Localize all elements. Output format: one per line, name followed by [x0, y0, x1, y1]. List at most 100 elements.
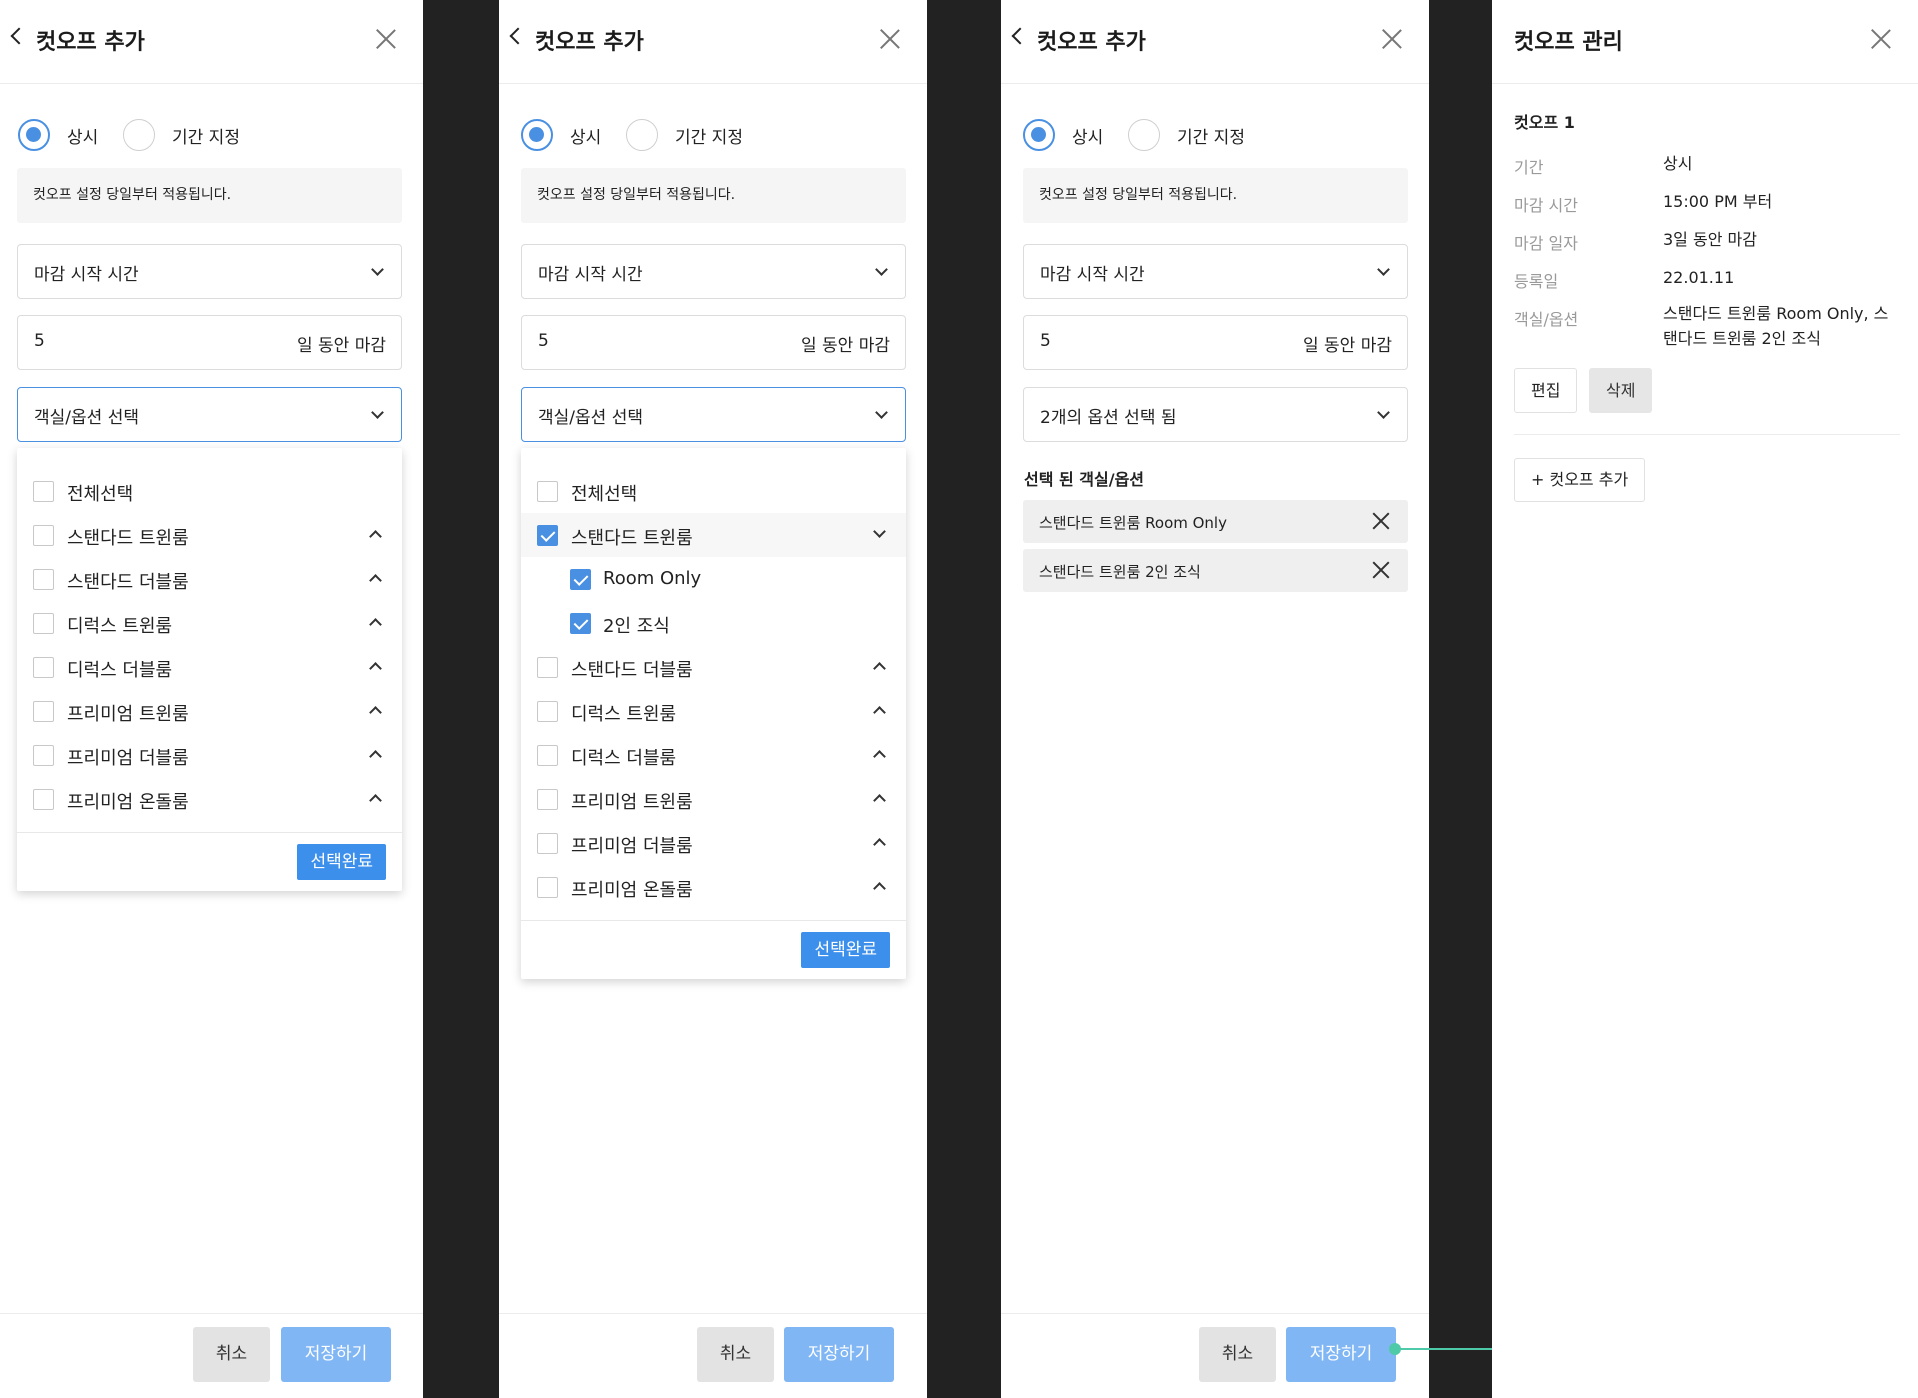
- list-item[interactable]: 스탠다드 더블룸: [521, 645, 906, 689]
- page-title: 컷오프 관리: [1514, 30, 1623, 55]
- checkbox[interactable]: [33, 569, 54, 590]
- radio-period[interactable]: [123, 119, 155, 151]
- remove-icon[interactable]: [1372, 512, 1390, 530]
- list-item-label: 전체선택: [67, 484, 134, 505]
- chevron-up-icon[interactable]: [369, 530, 382, 543]
- edit-button[interactable]: 편집: [1514, 368, 1578, 413]
- checkbox[interactable]: [33, 701, 54, 722]
- chevron-down-icon: [1377, 263, 1390, 276]
- chevron-up-icon[interactable]: [369, 662, 382, 675]
- radio-permanent[interactable]: [1023, 119, 1055, 151]
- list-item[interactable]: 디럭스 더블룸: [17, 645, 402, 689]
- list-item[interactable]: 프리미엄 더블룸: [17, 733, 402, 777]
- remove-icon[interactable]: [1372, 561, 1390, 579]
- close-icon[interactable]: [1381, 28, 1403, 50]
- chevron-left-icon[interactable]: [509, 27, 527, 45]
- list-item[interactable]: 디럭스 트윈룸: [17, 601, 402, 645]
- list-item-label: 2인 조식: [603, 616, 670, 637]
- days-input[interactable]: 5 일 동안 마감: [521, 315, 906, 370]
- days-input[interactable]: 5 일 동안 마감: [17, 315, 402, 370]
- close-icon[interactable]: [879, 28, 901, 50]
- list-item-sub[interactable]: Room Only: [521, 557, 906, 601]
- radio-period[interactable]: [626, 119, 658, 151]
- cancel-button[interactable]: 취소: [1199, 1327, 1276, 1382]
- cancel-button[interactable]: 취소: [697, 1327, 774, 1382]
- room-option-label: 객실/옵션 선택: [34, 408, 139, 428]
- notice-text: 컷오프 설정 당일부터 적용됩니다.: [1023, 168, 1408, 223]
- list-item[interactable]: 프리미엄 온돌룸: [521, 865, 906, 909]
- checkbox[interactable]: [537, 701, 558, 722]
- chevron-up-icon[interactable]: [873, 662, 886, 675]
- chevron-up-icon[interactable]: [369, 618, 382, 631]
- panel-footer: 취소 저장하기: [0, 1313, 423, 1398]
- checkbox[interactable]: [33, 613, 54, 634]
- list-item[interactable]: 프리미엄 트윈룸: [521, 777, 906, 821]
- chip-label: 스탠다드 트윈룸 2인 조식: [1039, 563, 1201, 581]
- list-item-label: 디럭스 트윈룸: [67, 616, 173, 637]
- list-item-sub[interactable]: 2인 조식: [521, 601, 906, 645]
- room-option-select[interactable]: 객실/옵션 선택: [521, 387, 906, 442]
- chevron-up-icon[interactable]: [873, 838, 886, 851]
- list-item[interactable]: 디럭스 더블룸: [521, 733, 906, 777]
- select-all-item[interactable]: 전체선택: [17, 469, 402, 513]
- radio-period[interactable]: [1128, 119, 1160, 151]
- chevron-left-icon[interactable]: [10, 27, 28, 45]
- chevron-up-icon[interactable]: [873, 750, 886, 763]
- checkbox[interactable]: [537, 481, 558, 502]
- checkbox[interactable]: [33, 525, 54, 546]
- flow-connector-dot: [1389, 1343, 1401, 1355]
- list-item[interactable]: 프리미엄 더블룸: [521, 821, 906, 865]
- checkbox[interactable]: [537, 657, 558, 678]
- close-icon[interactable]: [375, 28, 397, 50]
- radio-permanent[interactable]: [18, 119, 50, 151]
- checkbox[interactable]: [33, 789, 54, 810]
- checkbox[interactable]: [537, 789, 558, 810]
- checkbox[interactable]: [537, 877, 558, 898]
- add-cutoff-button[interactable]: + 컷오프 추가: [1514, 458, 1646, 502]
- list-item[interactable]: 스탠다드 트윈룸: [17, 513, 402, 557]
- chevron-up-icon[interactable]: [873, 794, 886, 807]
- start-time-select[interactable]: 마감 시작 시간: [1023, 244, 1408, 299]
- delete-button[interactable]: 삭제: [1589, 368, 1653, 413]
- save-button[interactable]: 저장하기: [1286, 1327, 1396, 1382]
- room-option-select[interactable]: 객실/옵션 선택: [17, 387, 402, 442]
- detail-key: 마감 일자: [1514, 234, 1578, 253]
- select-all-item[interactable]: 전체선택: [521, 469, 906, 513]
- list-item[interactable]: 프리미엄 트윈룸: [17, 689, 402, 733]
- list-item[interactable]: 프리미엄 온돌룸: [17, 777, 402, 821]
- checkbox-checked[interactable]: [537, 525, 558, 546]
- select-done-button[interactable]: 선택완료: [297, 844, 386, 880]
- chevron-up-icon[interactable]: [873, 706, 886, 719]
- save-button[interactable]: 저장하기: [784, 1327, 894, 1382]
- chevron-up-icon[interactable]: [873, 882, 886, 895]
- list-item[interactable]: 디럭스 트윈룸: [521, 689, 906, 733]
- days-value: 5: [34, 331, 45, 351]
- room-option-select[interactable]: 2개의 옵션 선택 됨: [1023, 387, 1408, 442]
- select-done-button[interactable]: 선택완료: [801, 932, 890, 968]
- checkbox[interactable]: [537, 745, 558, 766]
- chevron-up-icon[interactable]: [369, 750, 382, 763]
- checkbox[interactable]: [33, 657, 54, 678]
- save-button[interactable]: 저장하기: [281, 1327, 391, 1382]
- room-option-dropdown: 전체선택 스탠다드 트윈룸 스탠다드 더블룸 디럭스 트윈룸 디럭스 더블룸 프…: [17, 448, 402, 891]
- chevron-down-icon[interactable]: [873, 525, 886, 538]
- list-item[interactable]: 스탠다드 트윈룸: [521, 513, 906, 557]
- list-item[interactable]: 스탠다드 더블룸: [17, 557, 402, 601]
- chevron-up-icon[interactable]: [369, 574, 382, 587]
- checkbox[interactable]: [537, 833, 558, 854]
- days-value: 5: [1040, 331, 1051, 351]
- days-input[interactable]: 5 일 동안 마감: [1023, 315, 1408, 370]
- close-icon[interactable]: [1870, 28, 1892, 50]
- start-time-select[interactable]: 마감 시작 시간: [17, 244, 402, 299]
- checkbox[interactable]: [33, 745, 54, 766]
- checkbox[interactable]: [33, 481, 54, 502]
- checkbox-checked[interactable]: [570, 569, 591, 590]
- checkbox-checked[interactable]: [570, 613, 591, 634]
- detail-value: 22.01.11: [1663, 268, 1735, 287]
- chevron-up-icon[interactable]: [369, 794, 382, 807]
- chevron-left-icon[interactable]: [1011, 27, 1029, 45]
- radio-permanent[interactable]: [521, 119, 553, 151]
- start-time-select[interactable]: 마감 시작 시간: [521, 244, 906, 299]
- chevron-up-icon[interactable]: [369, 706, 382, 719]
- cancel-button[interactable]: 취소: [193, 1327, 270, 1382]
